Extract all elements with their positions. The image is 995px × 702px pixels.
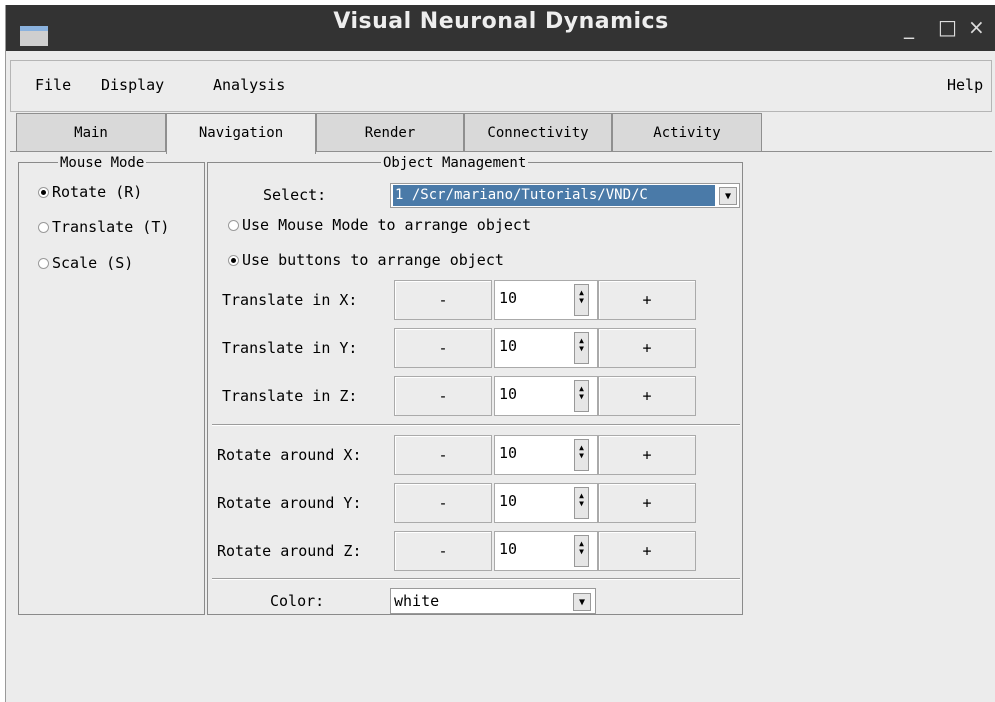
- rotate-z-minus-button[interactable]: -: [394, 531, 492, 571]
- translate-x-plus-button[interactable]: +: [598, 280, 696, 320]
- rotate-y-minus-button[interactable]: -: [394, 483, 492, 523]
- minimize-icon[interactable]: _: [904, 15, 914, 39]
- color-label: Color:: [270, 592, 325, 610]
- radio-rotate[interactable]: Rotate (R): [38, 183, 142, 201]
- menu-file[interactable]: File: [35, 76, 71, 94]
- translate-z-plus-button[interactable]: +: [598, 376, 696, 416]
- tab-connectivity[interactable]: Connectivity: [464, 113, 612, 151]
- mouse-mode-title: Mouse Mode: [58, 155, 147, 171]
- chevron-down-icon[interactable]: ▼: [573, 593, 591, 611]
- object-select-dropdown[interactable]: 1 /Scr/mariano/Tutorials/VND/C ▼: [390, 183, 740, 208]
- rotate-x-label: Rotate around X:: [217, 446, 362, 464]
- tab-render[interactable]: Render: [316, 113, 464, 151]
- radio-label: Scale (S): [52, 254, 134, 272]
- rotate-z-label: Rotate around Z:: [217, 542, 362, 560]
- menu-help[interactable]: Help: [947, 76, 983, 94]
- object-management-title: Object Management: [381, 155, 529, 171]
- radio-selected-icon: [38, 187, 49, 198]
- menu-display[interactable]: Display: [101, 76, 164, 94]
- rotate-y-label: Rotate around Y:: [217, 494, 362, 512]
- spin-arrows-icon[interactable]: ▲ ▼: [574, 332, 589, 364]
- translate-z-spinbox[interactable]: 10 ▲ ▼: [494, 376, 598, 416]
- radio-label: Use Mouse Mode to arrange object: [242, 216, 531, 234]
- radio-empty-icon: [38, 222, 49, 233]
- radio-use-mouse-mode[interactable]: Use Mouse Mode to arrange object: [228, 216, 531, 234]
- rotate-x-minus-button[interactable]: -: [394, 435, 492, 475]
- translate-y-label: Translate in Y:: [222, 339, 358, 357]
- tab-main[interactable]: Main: [16, 113, 166, 151]
- color-value: white: [394, 592, 440, 610]
- title-bar[interactable]: Visual Neuronal Dynamics _ □ ×: [6, 5, 995, 51]
- rotate-x-plus-button[interactable]: +: [598, 435, 696, 475]
- radio-scale[interactable]: Scale (S): [38, 254, 133, 272]
- translate-z-minus-button[interactable]: -: [394, 376, 492, 416]
- rotate-x-spinbox[interactable]: 10 ▲ ▼: [494, 435, 598, 475]
- translate-x-spinbox[interactable]: 10 ▲ ▼: [494, 280, 598, 320]
- rotate-y-spinbox[interactable]: 10 ▲ ▼: [494, 483, 598, 523]
- spin-arrows-icon[interactable]: ▲ ▼: [574, 439, 589, 471]
- window-title: Visual Neuronal Dynamics: [333, 9, 669, 34]
- rotate-y-plus-button[interactable]: +: [598, 483, 696, 523]
- spin-arrows-icon[interactable]: ▲ ▼: [574, 284, 589, 316]
- separator: [212, 424, 740, 426]
- rotate-z-plus-button[interactable]: +: [598, 531, 696, 571]
- tab-navigation[interactable]: Navigation: [166, 113, 316, 154]
- spin-arrows-icon[interactable]: ▲ ▼: [574, 380, 589, 412]
- separator: [212, 578, 740, 580]
- radio-empty-icon: [38, 258, 49, 269]
- spin-arrows-icon[interactable]: ▲ ▼: [574, 535, 589, 567]
- chevron-down-icon[interactable]: ▼: [719, 187, 737, 205]
- radio-empty-icon: [228, 220, 239, 231]
- object-select-value: 1 /Scr/mariano/Tutorials/VND/C: [393, 185, 715, 206]
- translate-y-minus-button[interactable]: -: [394, 328, 492, 368]
- translate-y-plus-button[interactable]: +: [598, 328, 696, 368]
- translate-z-label: Translate in Z:: [222, 387, 358, 405]
- menu-bar: File Display Analysis Help: [10, 60, 992, 112]
- radio-label: Rotate (R): [52, 183, 143, 201]
- radio-label: Use buttons to arrange object: [242, 251, 504, 269]
- menu-analysis[interactable]: Analysis: [213, 76, 285, 94]
- radio-use-buttons[interactable]: Use buttons to arrange object: [228, 251, 504, 269]
- radio-label: Translate (T): [52, 218, 170, 236]
- spin-arrows-icon[interactable]: ▲ ▼: [574, 487, 589, 519]
- rotate-z-spinbox[interactable]: 10 ▲ ▼: [494, 531, 598, 571]
- translate-x-minus-button[interactable]: -: [394, 280, 492, 320]
- tab-activity[interactable]: Activity: [612, 113, 762, 151]
- translate-x-label: Translate in X:: [222, 291, 358, 309]
- select-label: Select:: [263, 186, 327, 204]
- radio-selected-icon: [228, 255, 239, 266]
- translate-y-spinbox[interactable]: 10 ▲ ▼: [494, 328, 598, 368]
- color-dropdown[interactable]: white ▼: [390, 588, 596, 614]
- close-icon[interactable]: ×: [968, 15, 985, 39]
- tab-divider: [10, 151, 992, 152]
- radio-translate[interactable]: Translate (T): [38, 218, 169, 236]
- maximize-icon[interactable]: □: [938, 15, 957, 39]
